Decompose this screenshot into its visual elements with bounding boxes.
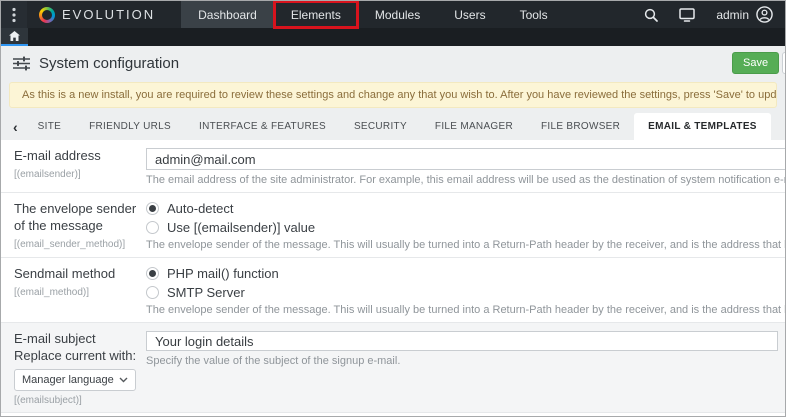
field-label: The envelope sender of the message [14,201,138,235]
monitor-icon [679,8,695,22]
evolution-logo-icon [39,7,55,23]
email-address-input[interactable] [146,148,786,170]
row-envelope-sender: The envelope sender of the message [(ema… [1,193,785,258]
radio-icon [146,202,159,215]
value-col: PHP mail() function SMTP Server The enve… [146,266,786,316]
label-col: The envelope sender of the message [(ema… [1,201,146,251]
field-label: E-mail address [14,148,138,165]
open-tabs-bar [1,28,785,46]
row-email-subject: E-mail subject Replace current with: Man… [1,323,785,413]
label-col: E-mail subject Replace current with: Man… [1,331,146,406]
email-subject-language-select[interactable]: Manager language [14,369,136,391]
tab-file-browser[interactable]: FILE BROWSER [527,113,634,140]
radio-use-emailsender[interactable]: Use [(emailsender)] value [146,220,786,235]
tab-site[interactable]: SITE [24,113,75,140]
value-col: Specify the value of the subject of the … [146,331,778,406]
tabs-scroll-left-icon[interactable]: ‹ [7,113,24,140]
menu-item-elements[interactable]: Elements [274,1,358,28]
menu-item-modules[interactable]: Modules [358,1,437,28]
user-menu[interactable]: admin [716,6,773,23]
field-key: [(email_method)] [14,287,138,298]
titlebar: System configuration Save Cancel [1,46,785,81]
label-col: Sendmail method [(email_method)] [1,266,146,316]
email-templates-panel: E-mail address [(emailsender)] The email… [1,140,785,417]
label-col: E-mail address [(emailsender)] [1,148,146,186]
user-avatar-icon [756,6,773,23]
home-icon [9,31,20,41]
menu-item-tools[interactable]: Tools [503,1,565,28]
settings-tabs: ‹ SITE FRIENDLY URLS INTERFACE & FEATURE… [1,113,785,140]
top-navbar: EVOLUTION Dashboard Elements Modules Use… [1,1,785,28]
kebab-menu-button[interactable] [1,1,27,28]
kebab-menu-icon [12,7,16,23]
menu-item-users[interactable]: Users [437,1,502,28]
value-col: The email address of the site administra… [146,148,786,186]
radio-icon [146,221,159,234]
tab-friendly-urls[interactable]: FRIENDLY URLS [75,113,185,140]
tab-file-manager[interactable]: FILE MANAGER [421,113,527,140]
sliders-icon [13,56,30,71]
menu-item-dashboard[interactable]: Dashboard [181,1,274,28]
new-install-warning: As this is a new install, you are requir… [9,82,777,108]
field-help: The envelope sender of the message. This… [146,304,786,316]
field-key: [(emailsubject)] [14,395,138,406]
main-menu: Dashboard Elements Modules Users Tools [181,1,564,28]
radio-icon [146,286,159,299]
value-col: Auto-detect Use [(emailsender)] value Th… [146,201,786,251]
radio-php-mail[interactable]: PHP mail() function [146,266,786,281]
preview-site-button[interactable] [679,8,695,22]
field-help: The envelope sender of the message. This… [146,239,786,251]
field-label: Sendmail method [14,266,138,283]
system-configuration-page: EVOLUTION Dashboard Elements Modules Use… [0,0,786,417]
search-button[interactable] [644,8,658,22]
row-email-address: E-mail address [(emailsender)] The email… [1,140,785,193]
page-title: System configuration [39,55,179,72]
email-subject-input[interactable] [146,331,778,351]
row-web-signup-email: Web Signup e-mail Replace current with: … [1,413,785,417]
field-key: [(email_sender_method)] [14,239,138,250]
radio-smtp-server[interactable]: SMTP Server [146,285,786,300]
row-sendmail-method: Sendmail method [(email_method)] PHP mai… [1,258,785,323]
field-label: E-mail subject [14,331,138,348]
username: admin [716,8,749,22]
cancel-button[interactable]: Cancel [782,52,786,74]
tab-interface-features[interactable]: INTERFACE & FEATURES [185,113,340,140]
save-button[interactable]: Save [732,52,779,74]
chevron-down-icon [119,377,128,383]
brand[interactable]: EVOLUTION [27,1,169,28]
radio-icon [146,267,159,280]
home-tab[interactable] [1,28,28,46]
search-icon [644,8,658,22]
field-help: The email address of the site administra… [146,174,786,186]
brand-text: EVOLUTION [62,7,155,22]
page-header: System configuration Save Cancel As this… [1,46,785,140]
action-buttons: Save Cancel [732,52,786,74]
replace-current-label: Replace current with: [14,348,138,365]
tab-email-templates[interactable]: EMAIL & TEMPLATES [634,113,771,140]
tab-security[interactable]: SECURITY [340,113,421,140]
field-help: Specify the value of the subject of the … [146,355,778,367]
radio-auto-detect[interactable]: Auto-detect [146,201,786,216]
navbar-right: admin [644,1,785,28]
field-key: [(emailsender)] [14,169,138,180]
